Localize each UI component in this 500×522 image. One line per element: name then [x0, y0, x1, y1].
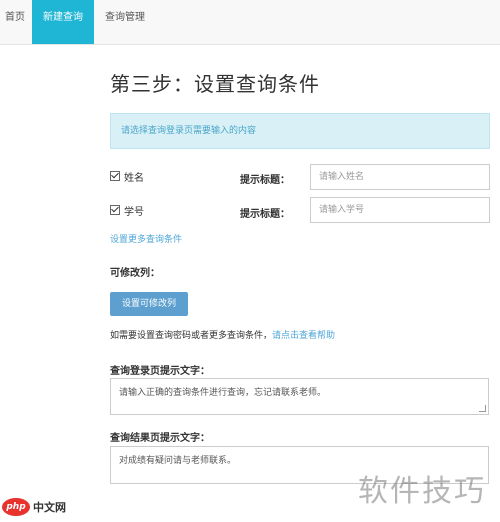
- student-id-checkbox-label: 学号: [124, 206, 144, 218]
- top-nav: 首页 新建查询 查询管理: [0, 0, 500, 45]
- software-tips-watermark: 软件技巧: [358, 474, 486, 509]
- help-info-text: 如需要设置查询密码或者更多查询条件，: [110, 331, 273, 341]
- student-id-hint-label: 提示标题：: [240, 209, 290, 220]
- login-prompt-value: 请输入正确的查询条件进行查询，忘记请联系老师。: [119, 388, 327, 398]
- editable-columns-label: 可修改列：: [110, 268, 160, 279]
- student-id-hint-input[interactable]: 请输入学号: [310, 197, 490, 223]
- login-prompt-textarea[interactable]: 请输入正确的查询条件进行查询，忘记请联系老师。: [110, 378, 489, 415]
- condition-row-student-id: 学号: [110, 200, 144, 220]
- name-checkbox[interactable]: [110, 171, 120, 181]
- help-info: 如需要设置查询密码或者更多查询条件，请点击查看帮助: [110, 328, 335, 341]
- student-id-checkbox[interactable]: [110, 205, 120, 215]
- info-alert: 请选择查询登录页需要输入的内容: [110, 113, 490, 149]
- name-hint-label: 提示标题：: [240, 175, 290, 186]
- page-title: 第三步：设置查询条件: [110, 72, 320, 96]
- result-prompt-label: 查询结果页提示文字：: [110, 433, 210, 444]
- php-logo-icon: php: [2, 498, 30, 516]
- php-watermark: php 中文网: [2, 498, 66, 516]
- name-hint-input[interactable]: 请输入姓名: [310, 164, 490, 190]
- resize-grip-icon[interactable]: [479, 405, 486, 412]
- name-checkbox-label: 姓名: [124, 172, 144, 184]
- help-link[interactable]: 请点击查看帮助: [272, 331, 335, 341]
- set-editable-columns-button[interactable]: 设置可修改列: [110, 292, 188, 316]
- tab-home[interactable]: 首页: [0, 0, 30, 44]
- tab-query-management[interactable]: 查询管理: [94, 0, 156, 44]
- tab-new-query[interactable]: 新建查询: [32, 0, 94, 44]
- php-watermark-text: 中文网: [33, 501, 66, 514]
- login-prompt-label: 查询登录页提示文字：: [110, 366, 210, 377]
- result-prompt-value: 对成绩有疑问请与老师联系。: [119, 456, 237, 466]
- more-conditions-link[interactable]: 设置更多查询条件: [110, 232, 182, 245]
- condition-row-name: 姓名: [110, 166, 144, 186]
